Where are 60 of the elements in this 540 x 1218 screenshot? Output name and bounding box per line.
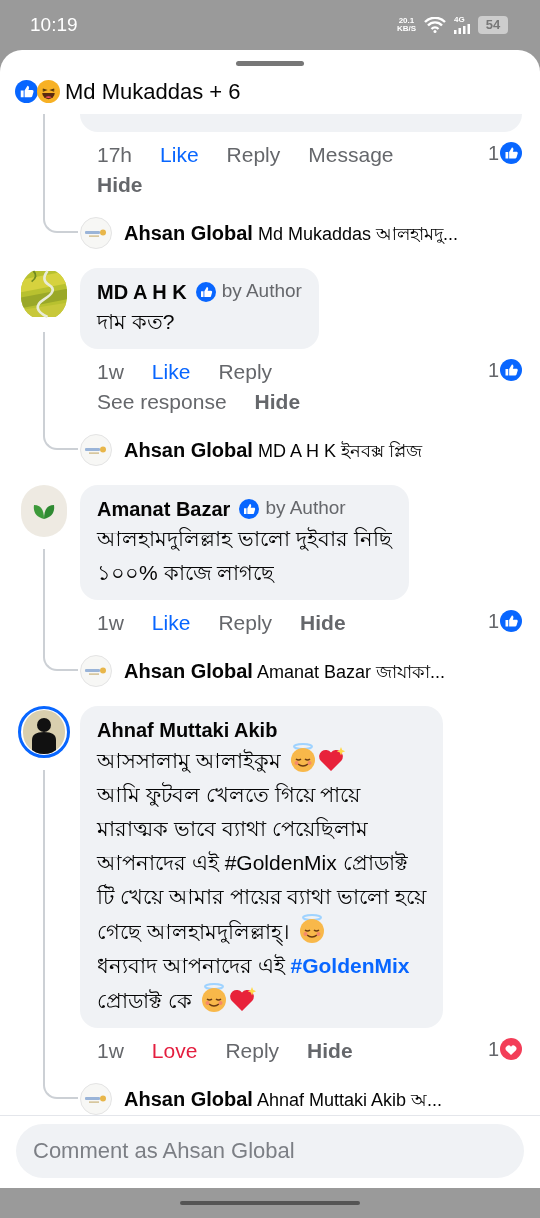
wifi-icon [424,17,446,33]
like-icon [15,79,38,103]
reaction-link[interactable]: Love [151,1035,198,1067]
halo-smiley-icon [199,983,228,1013]
reaction-link[interactable]: Like [151,356,191,388]
author-label: by Author [221,279,302,304]
network-speed: 20.1 KB/S [396,17,416,33]
action-link[interactable]: Hide [307,1035,353,1067]
reply-preview[interactable]: Ahsan Global MD A H K ইনবক্স প্লিজ [124,435,422,465]
comment-text: দাম কত? [97,309,176,335]
reactors-summary[interactable]: Md Mukaddas + 6 [65,74,241,108]
author-name[interactable]: Ahnaf Muttaki Akib [97,714,278,745]
comment-field[interactable]: Comment as Ahsan Global [16,1124,524,1178]
reaction-count[interactable]: 1 [487,142,499,164]
sparkling-heart-icon [316,745,347,773]
action-link[interactable]: Hide [254,386,301,418]
timestamp: 1w [97,610,124,637]
action-link[interactable]: Hide [97,169,143,201]
reaction-link[interactable]: Like [151,607,191,639]
page-avatar [80,434,112,466]
comment-text: আলহামদুলিল্লাহ ভালো দুইবার নিছি ১০০% কাজে লাগছে [97,526,392,586]
page-avatar [80,217,112,249]
reaction-count[interactable]: 1 [487,610,499,632]
reply-preview[interactable]: Ahsan Global Amanat Bazar জাযাকা... [124,656,445,686]
action-link[interactable]: Reply [226,139,281,171]
sparkling-heart-icon [227,985,258,1013]
author-name[interactable]: MD A H K [97,276,187,307]
page-avatar [80,655,112,687]
home-indicator[interactable] [180,1201,360,1205]
battery-indicator: 54 [478,16,508,34]
clock: 10:19 [30,12,78,37]
like-icon [500,610,522,632]
avatar [23,710,65,754]
leaves-icon [32,503,56,519]
action-link[interactable]: Reply [218,607,273,639]
like-icon [500,142,522,164]
page-avatar [80,1083,112,1115]
action-link[interactable]: See response [97,386,227,418]
timestamp: 1w [97,359,124,386]
action-link[interactable]: Reply [225,1035,280,1067]
reaction-link[interactable]: Like [160,139,199,171]
comment-text: আসসালামু আলাইকুম আমি ফুটবল খেলতে গিয়ে পায়ে মারাত্মক ভাবে ব্যাথা পেয়েছিলাম আপনাদের এই #GoldenMix প্রোডাক্ট টি খেয়ে আমার পায়ের ব্যাথা ভালো হয়ে গেছে আলহামদুলিল্লাহ্। ধন্যবাদ আপনাদের এই #GoldenMix প্রোডাক্ট কে [97,743,426,1018]
halo-smiley-icon [288,743,317,773]
hashtag-link[interactable]: #GoldenMix [290,954,410,977]
timestamp: 1w [97,1038,124,1065]
like-icon [500,359,522,381]
reaction-count[interactable]: 1 [487,359,499,381]
drag-handle[interactable] [236,61,304,66]
action-link[interactable]: Message [308,139,394,171]
author-name[interactable]: Amanat Bazar [97,493,231,524]
cell-signal: 4G [454,16,470,34]
action-link[interactable]: Reply [218,356,273,388]
timestamp: 17h [97,142,133,169]
reply-preview[interactable]: Ahsan Global Md Mukaddas আলহামদু... [124,218,458,248]
halo-smiley-icon [297,914,326,944]
reaction-count[interactable]: 1 [487,1038,499,1060]
action-link[interactable]: Hide [300,607,346,639]
laughing-face-icon [37,79,60,103]
reply-preview[interactable]: Ahsan Global Ahnaf Muttaki Akib অ... [124,1084,442,1114]
author-label: by Author [265,496,346,521]
